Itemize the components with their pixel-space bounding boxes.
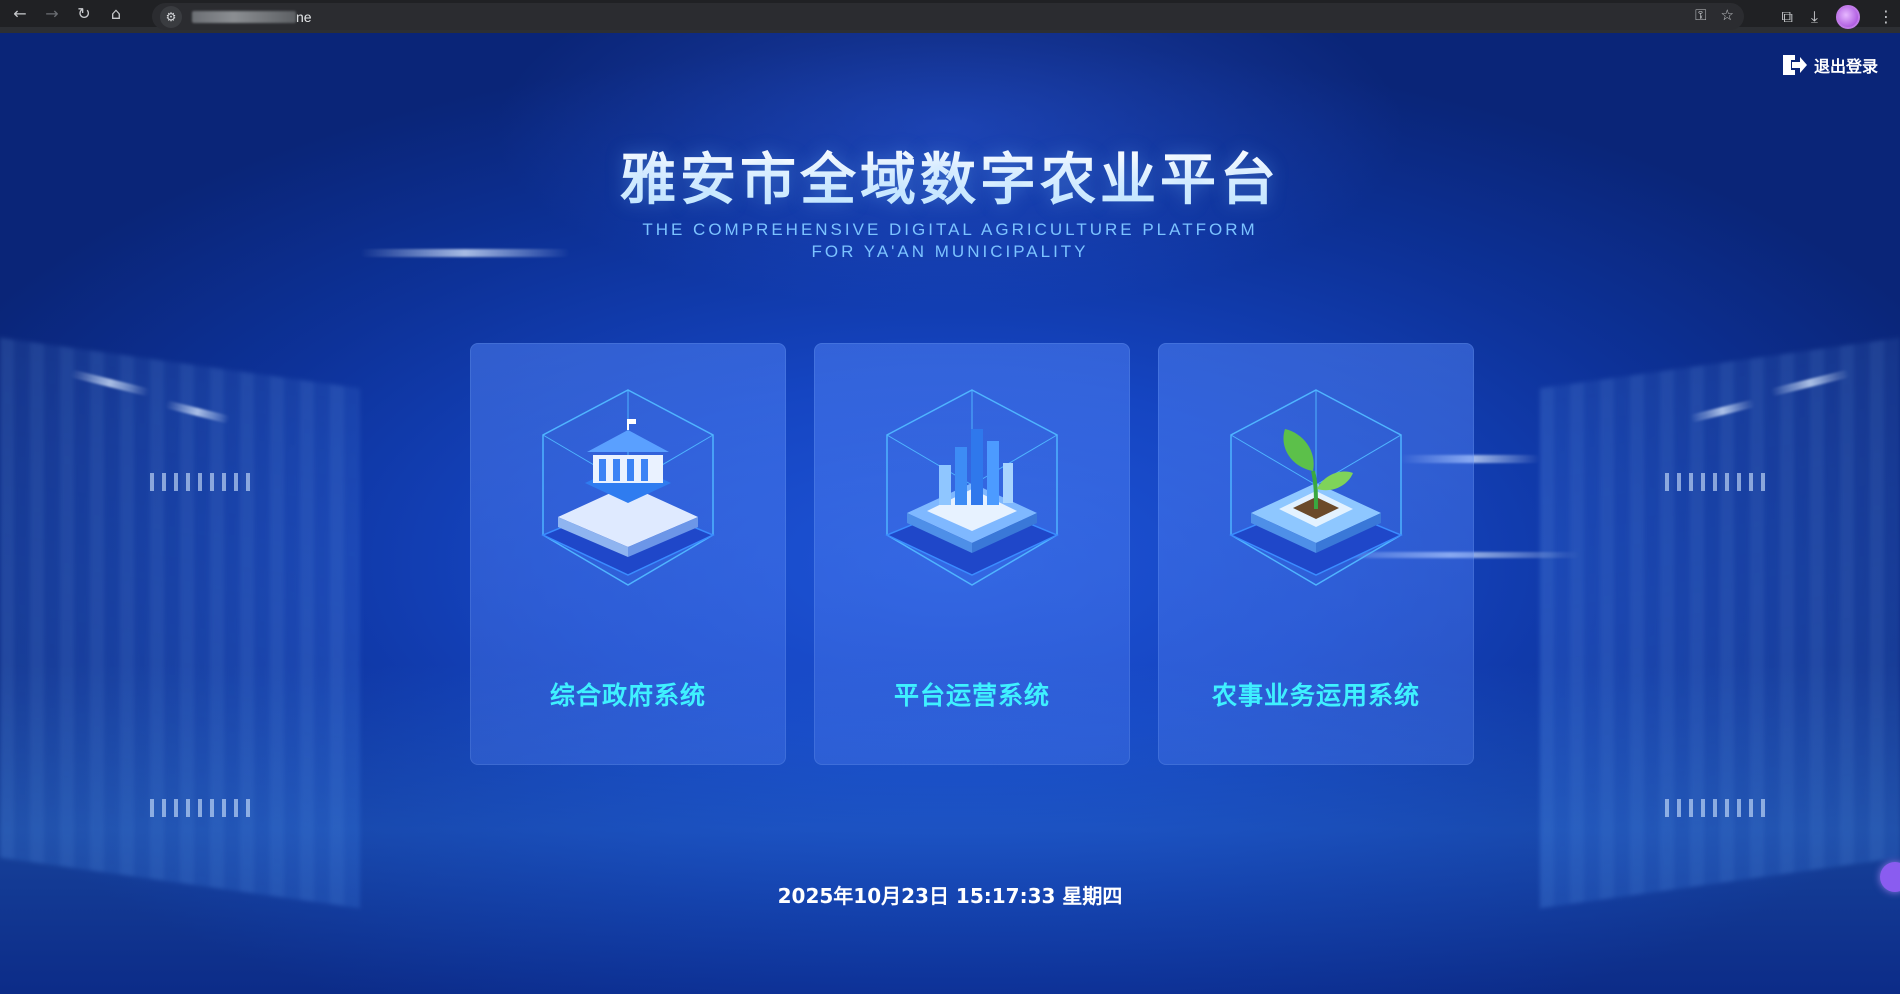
page-subtitle-line1: THE COMPREHENSIVE DIGITAL AGRICULTURE PL… (642, 220, 1258, 239)
background-ticks (1665, 473, 1765, 491)
page-subtitle-line2: FOR YA'AN MUNICIPALITY (811, 242, 1089, 261)
system-card-label: 农事业务运用系统 (1211, 681, 1420, 710)
menu-icon[interactable]: ⋮ (1878, 7, 1894, 26)
address-bar[interactable]: ⚙ ne ⚿ ☆ (152, 3, 1744, 30)
bar-chart-building-icon (877, 385, 1067, 595)
system-card-operations[interactable]: 平台运营系统 (814, 343, 1130, 765)
sprout-icon (1221, 385, 1411, 595)
extensions-icon[interactable]: ⧉ (1781, 7, 1792, 27)
reload-icon[interactable]: ↻ (72, 2, 96, 26)
system-card-label: 综合政府系统 (549, 681, 706, 710)
government-building-icon (533, 385, 723, 595)
main-stage: 退出登录 雅安市全域数字农业平台 THE COMPREHENSIVE DIGIT… (0, 33, 1900, 994)
logout-button[interactable]: 退出登录 (1780, 52, 1878, 78)
browser-toolbar: ← → ↻ ⌂ ⚙ ne ⚿ ☆ ⧉ ⤓ ⋮ (0, 0, 1900, 33)
system-card-government[interactable]: 综合政府系统 (470, 343, 786, 765)
url-redacted (192, 10, 296, 23)
page-title: 雅安市全域数字农业平台 (0, 135, 1900, 216)
background-ticks (150, 473, 250, 491)
forward-icon[interactable]: → (40, 2, 64, 26)
profile-avatar[interactable] (1836, 4, 1860, 29)
site-info-icon[interactable]: ⚙ (160, 5, 182, 28)
system-card-label: 平台运营系统 (893, 681, 1050, 710)
system-card-agriculture[interactable]: 农事业务运用系统 (1158, 343, 1474, 765)
logout-label: 退出登录 (1813, 57, 1878, 76)
download-icon[interactable]: ⤓ (1811, 7, 1818, 27)
key-icon[interactable]: ⚿ (1695, 6, 1706, 24)
current-datetime: 2025年10月23日 15:17:33 星期四 (777, 884, 1123, 908)
background-ticks (150, 799, 250, 817)
star-icon[interactable]: ☆ (1721, 6, 1734, 24)
home-icon[interactable]: ⌂ (104, 2, 128, 26)
url-text: ne (296, 8, 312, 25)
background-ticks (1665, 799, 1765, 817)
logout-icon (1782, 55, 1807, 75)
back-icon[interactable]: ← (8, 2, 32, 26)
